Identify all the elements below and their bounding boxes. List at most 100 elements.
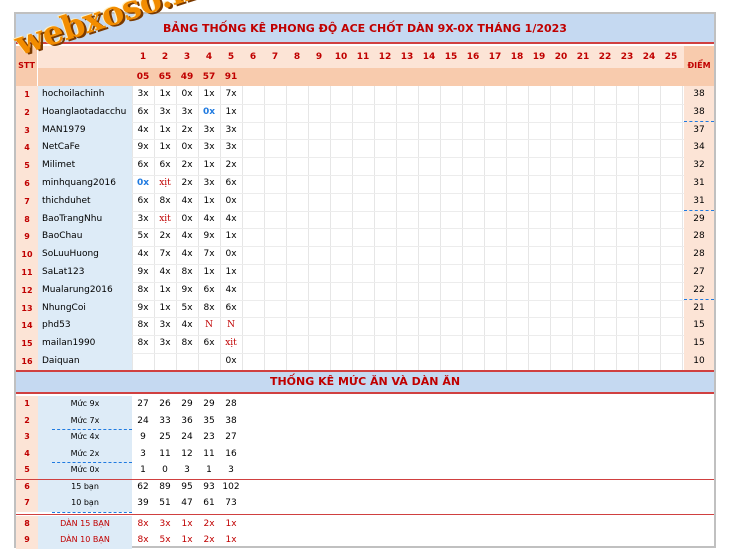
day-number: 17	[488, 52, 502, 62]
player-name: minhquang2016	[38, 175, 132, 193]
stats-title: THỐNG KÊ MỨC ĂN VÀ DÀN ĂN	[16, 370, 714, 394]
score-cell: 1x	[225, 106, 237, 117]
score-cell: 0x	[181, 213, 193, 224]
stats-value: 61	[203, 498, 215, 508]
score-cell: 3x	[225, 124, 237, 135]
score-cell: 3x	[137, 213, 149, 224]
score-cell: 1x	[203, 267, 215, 277]
day-number: 16	[466, 52, 480, 62]
score-cell: 9x	[137, 302, 149, 313]
score-cell: 8x	[137, 320, 149, 331]
day-number: 3	[183, 52, 191, 62]
score-cell: 0x	[225, 249, 237, 260]
stats-value: 16	[225, 448, 237, 459]
score-cell: 3x	[203, 142, 215, 153]
score-cell: 0x	[181, 142, 193, 153]
points-cell: 38	[684, 86, 714, 104]
score-cell: 4x	[181, 320, 193, 331]
table-row: 2 Hoanglaotadacchu 6x 3x 3x 0x 1x 38	[16, 103, 714, 122]
score-cell: xịt	[159, 178, 171, 188]
player-name: Daiquan	[38, 353, 132, 371]
score-cell: 3x	[203, 124, 215, 135]
row-number: 1	[16, 86, 38, 104]
points-cell: 21	[684, 299, 714, 318]
row-number: 16	[16, 353, 38, 371]
score-cell: 7x	[159, 249, 171, 260]
row-number: 3	[16, 121, 38, 140]
day-number: 10	[334, 52, 348, 62]
score-cell: 5x	[137, 231, 149, 242]
points-cell: 15	[684, 335, 714, 353]
score-cell: 3x	[159, 338, 171, 349]
stats-value: 5x	[159, 535, 171, 545]
stats-row: 4 Mức 2x 3 11 12 11 16	[16, 445, 714, 462]
day-number: 6	[249, 52, 257, 62]
score-cell: 6x	[225, 178, 237, 188]
stats-value: 1x	[225, 535, 237, 545]
score-cell: 3x	[181, 106, 193, 117]
points-cell: 28	[684, 228, 714, 247]
points-cell: 27	[684, 264, 714, 282]
stats-value: 47	[181, 498, 193, 508]
day-number: 4	[205, 52, 213, 62]
stats-value: 3	[184, 465, 190, 475]
stats-row-number: 3	[16, 429, 38, 446]
score-cell: N	[205, 320, 213, 331]
row-number: 9	[16, 228, 38, 247]
stats-value: 73	[225, 498, 237, 508]
score-cell: 6x	[203, 284, 215, 295]
stats-value: 12	[181, 448, 193, 459]
player-name: phd53	[38, 317, 132, 336]
stats-value: 27	[225, 432, 237, 442]
stats-value: 3x	[159, 518, 171, 529]
table-row: 13 NhungCoi 9x 1x 5x 8x 6x 21	[16, 299, 714, 318]
player-name: SoLuuHuong	[38, 246, 132, 264]
score-cell: 4x	[159, 267, 171, 277]
score-cell: 7x	[225, 89, 237, 99]
section-divider	[16, 478, 714, 480]
score-cell: 4x	[203, 213, 215, 224]
stats-value: 26	[159, 399, 171, 409]
stats-label: Mức 7x	[38, 412, 132, 429]
player-name: Milimet	[38, 157, 132, 175]
row-number: 12	[16, 281, 38, 300]
score-cell: 1x	[203, 89, 215, 99]
stats-label: DÀN 10 BẠN	[38, 532, 132, 549]
day-number: 19	[532, 52, 546, 62]
stats-label: DÀN 15 BẠN	[38, 515, 132, 532]
table-row: 4 NetCaFe 9x 1x 0x 3x 3x 34	[16, 139, 714, 158]
dashed-divider	[52, 462, 132, 463]
stats-row-number: 9	[16, 532, 38, 549]
day-number: 12	[378, 52, 392, 62]
day-number: 23	[620, 52, 634, 62]
table-row: 3 MAN1979 4x 1x 2x 3x 3x 37	[16, 121, 714, 140]
stats-value: 8x	[137, 535, 149, 545]
score-cell: 2x	[225, 160, 237, 171]
score-cell: 4x	[181, 195, 193, 206]
points-cell: 22	[684, 281, 714, 300]
stats-value: 28	[225, 399, 237, 409]
score-cell: 1x	[225, 231, 237, 242]
points-cell: 31	[684, 192, 714, 211]
score-cell: 6x	[137, 106, 149, 117]
table-row: 9 BaoChau 5x 2x 4x 9x 1x 28	[16, 228, 714, 247]
score-cell: 3x	[137, 89, 149, 99]
score-cell: 5x	[181, 302, 193, 313]
day-number: 21	[576, 52, 590, 62]
player-name: MAN1979	[38, 121, 132, 140]
day-number: 2	[161, 52, 169, 62]
player-name: BaoTrangNhu	[38, 210, 132, 229]
score-cell: 6x	[225, 302, 237, 313]
player-name: NetCaFe	[38, 139, 132, 158]
stats-label: Mức 2x	[38, 445, 132, 462]
stats-row: 7 10 bạn 39 51 47 61 73	[16, 495, 714, 512]
points-cell: 29	[684, 210, 714, 229]
score-cell: 6x	[159, 160, 171, 171]
score-cell: 3x	[159, 106, 171, 117]
points-cell: 38	[684, 103, 714, 122]
row-number: 10	[16, 246, 38, 264]
score-cell: 2x	[159, 231, 171, 242]
score-cell: N	[227, 320, 235, 331]
points-cell: 37	[684, 121, 714, 140]
stats-row: 2 Mức 7x 24 33 36 35 38	[16, 412, 714, 429]
